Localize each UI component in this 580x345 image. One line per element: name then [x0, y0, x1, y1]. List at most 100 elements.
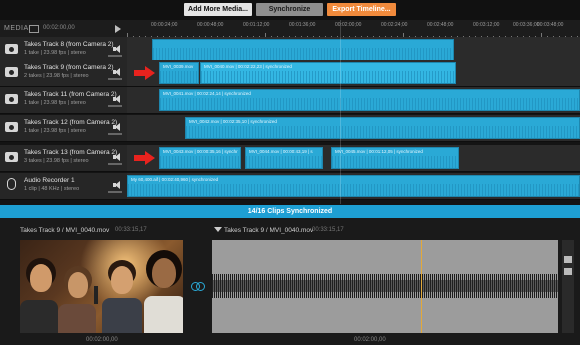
red-arrow-icon — [134, 66, 156, 80]
track-info: 1 clip | 48 KHz | stereo — [24, 186, 80, 192]
ruler-tick-label: 00:00:24;00 — [151, 22, 178, 28]
clip-label: MVI_0041.mov | 00:02:24,14 | synchronize… — [163, 91, 251, 96]
synchronize-button[interactable]: Synchronize — [256, 3, 323, 16]
speaker-icon[interactable] — [113, 153, 121, 161]
speaker-icon[interactable] — [113, 45, 121, 53]
camera-icon — [5, 152, 18, 162]
camera-icon — [5, 122, 18, 132]
audio-preview-time: 00:33:15,17 — [312, 227, 344, 233]
track-lane[interactable]: MVI_0039.mov MVI_0040.mov | 00:02:22,23 |… — [127, 60, 580, 87]
red-arrow-icon — [134, 151, 156, 165]
track-title: Takes Track 11 (from Camera 2) — [24, 91, 117, 98]
current-time: 00:02:00,00 — [43, 25, 75, 31]
singer-face — [111, 266, 133, 294]
clip[interactable]: MVI_0042.mov | 00:02:35,10 | synchronize… — [185, 117, 580, 139]
speaker-icon[interactable] — [113, 95, 121, 103]
singer — [58, 304, 96, 333]
mic-icon — [7, 178, 16, 190]
ruler-tick-label: 00:01:36;00 — [289, 22, 316, 28]
ruler-tick-label: 00:02:48;00 — [427, 22, 454, 28]
chevron-down-icon[interactable] — [214, 227, 222, 232]
audio-preview-title: Takes Track 9 / MVI_0040.mov — [224, 227, 314, 234]
singer-face — [30, 264, 52, 292]
track-info: 2 takes | 23.98 fps | stereo — [24, 73, 89, 79]
clip[interactable] — [152, 39, 454, 61]
speaker-icon[interactable] — [113, 181, 121, 189]
ruler-tick-label: 00:01:12;00 — [243, 22, 270, 28]
video-bottom-time: 00:02:00,00 — [86, 337, 118, 343]
singer-face — [68, 272, 88, 298]
clip-waveform — [160, 71, 198, 83]
clip-waveform — [201, 71, 455, 83]
clip[interactable]: MVI_0039.mov — [159, 62, 199, 84]
clip-label: MVI_0045.mov | 00:01:12,05 | synchronize… — [335, 149, 423, 154]
volume-slider[interactable] — [108, 163, 122, 165]
clip-label: My 60,400.aif | 00:02:40,960 | synchroni… — [131, 177, 219, 182]
media-label: MEDIA — [4, 25, 29, 32]
audio-bottom-time: 00:02:00,00 — [354, 337, 386, 343]
clip[interactable]: MVI_0045.mov | 00:01:12,05 | synchronize… — [331, 147, 459, 169]
track-header[interactable]: Audio Recorder 1 1 clip | 48 KHz | stereo — [0, 173, 127, 200]
zoom-out-button[interactable] — [564, 268, 572, 275]
singer-face — [152, 258, 176, 288]
clip-waveform — [246, 156, 322, 168]
volume-slider[interactable] — [108, 191, 122, 193]
camera-icon — [5, 94, 18, 104]
add-media-button[interactable]: Add More Media... — [184, 3, 252, 16]
sync-marker[interactable] — [421, 240, 422, 333]
speaker-icon[interactable] — [113, 123, 121, 131]
monitor-icon[interactable] — [29, 25, 39, 33]
volume-slider[interactable] — [108, 105, 122, 107]
clip-label: MVI_0039.mov — [163, 64, 194, 69]
clip-label: MVI_0044.mov | 00:00:43,19 | s — [249, 149, 313, 154]
volume-slider[interactable] — [108, 133, 122, 135]
track-lane[interactable]: MVI_0042.mov | 00:02:35,10 | synchronize… — [127, 115, 580, 142]
clip[interactable]: MVI_0043.mov | 00:00:35,16 | synchr — [159, 147, 241, 169]
clip[interactable]: MVI_0041.mov | 00:02:24,14 | synchronize… — [159, 89, 580, 111]
track-lane[interactable]: MVI_0043.mov | 00:00:35,16 | synchr MVI_0… — [127, 145, 580, 172]
clip[interactable]: My 60,400.aif | 00:02:40,960 | synchroni… — [127, 175, 580, 197]
track-info: 1 take | 23.98 fps | stereo — [24, 100, 86, 106]
waveform-body — [212, 280, 558, 292]
microphone — [94, 286, 98, 304]
camera-icon — [5, 44, 18, 54]
export-timeline-button[interactable]: Export Timeline... — [327, 3, 396, 16]
clip[interactable]: MVI_0044.mov | 00:00:43,19 | s — [245, 147, 323, 169]
audio-waveform[interactable] — [212, 240, 558, 333]
track-lane[interactable]: MVI_0041.mov | 00:02:24,14 | synchronize… — [127, 87, 580, 114]
clip-waveform — [160, 156, 240, 168]
clip-label: MVI_0043.mov | 00:00:35,16 | synchr — [163, 149, 238, 154]
sync-status-bar: 14/16 Clips Synchronized — [0, 205, 580, 218]
video-preview-time: 00:33:15,17 — [115, 227, 147, 233]
volume-slider[interactable] — [108, 78, 122, 80]
ruler-tick-label: 00:03:12;00 — [473, 22, 500, 28]
speaker-icon[interactable] — [113, 68, 121, 76]
track-title: Audio Recorder 1 — [24, 177, 75, 184]
track-header[interactable]: Takes Track 9 (from Camera 2) 2 takes | 2… — [0, 60, 127, 87]
link-icon[interactable] — [191, 282, 205, 291]
ruler-tick-label: 00:02:00;00 — [335, 22, 362, 28]
track-header[interactable]: Takes Track 11 (from Camera 2) 1 take | 2… — [0, 87, 127, 114]
singer — [144, 296, 183, 333]
clip-waveform — [128, 184, 579, 196]
playhead[interactable] — [340, 20, 341, 204]
clip[interactable]: MVI_0040.mov | 00:02:22,23 | synchronize… — [200, 62, 456, 84]
track-title: Takes Track 13 (from Camera 2) — [24, 149, 118, 156]
ruler-tick-label: 00:02:24;00 — [381, 22, 408, 28]
zoom-in-button[interactable] — [564, 256, 572, 263]
volume-slider[interactable] — [108, 55, 122, 57]
track-header[interactable]: Takes Track 13 (from Camera 2) 3 takes | … — [0, 145, 127, 172]
play-icon[interactable] — [115, 25, 121, 33]
track-info: 1 take | 23.98 fps | stereo — [24, 128, 86, 134]
clip-waveform — [153, 48, 453, 60]
ruler-tick-label: 00:03:36;00 — [513, 22, 540, 28]
ruler-tick-label: 00:00:48;00 — [197, 22, 224, 28]
track-header[interactable]: Takes Track 12 (from Camera 2) 1 take | 2… — [0, 115, 127, 142]
track-lane[interactable]: My 60,400.aif | 00:02:40,960 | synchroni… — [127, 173, 580, 200]
track-info: 1 take | 23.98 fps | stereo — [24, 50, 86, 56]
waveform-scrollbar[interactable] — [562, 240, 574, 333]
video-preview — [20, 240, 183, 333]
singer — [20, 300, 58, 333]
singer — [102, 298, 142, 333]
clip-label: MVI_0040.mov | 00:02:22,23 | synchronize… — [204, 64, 292, 69]
